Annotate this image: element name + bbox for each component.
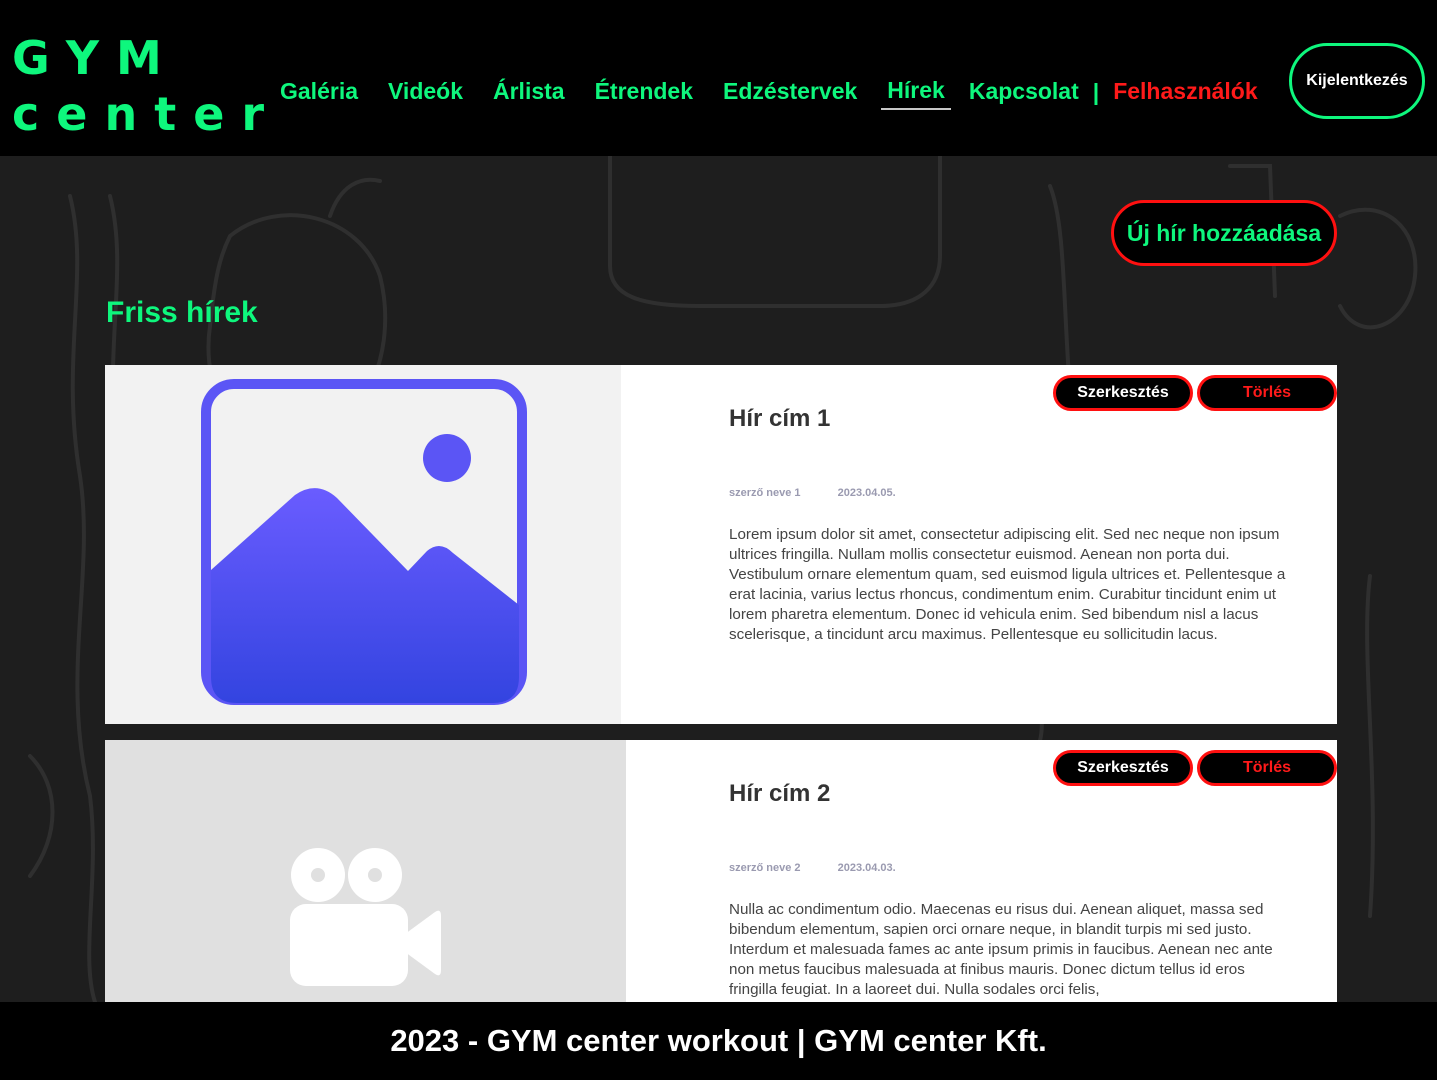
nav-link-kapcsolat[interactable]: Kapcsolat [969, 76, 1079, 109]
news-meta: szerző neve 1 2023.04.05. [729, 487, 930, 499]
nav-separator: | [1092, 78, 1100, 105]
news-author: szerző neve 1 [729, 487, 801, 499]
section-title: Friss hírek [106, 296, 258, 329]
image-placeholder-icon [201, 379, 527, 705]
nav-link-etrendek[interactable]: Étrendek [595, 76, 693, 109]
nav-link-videok[interactable]: Videók [388, 76, 463, 109]
page-footer: 2023 - GYM center workout | GYM center K… [0, 1002, 1437, 1080]
news-card: Szerkesztés Törlés Hír cím 1 szerző neve… [105, 365, 1337, 724]
delete-button[interactable]: Törlés [1197, 750, 1337, 786]
video-camera-icon [290, 848, 441, 986]
site-logo[interactable]: GYM center [12, 30, 281, 142]
news-title: Hír cím 2 [729, 780, 831, 807]
logout-button[interactable]: Kijelentkezés [1289, 43, 1425, 119]
news-author: szerző neve 2 [729, 862, 801, 874]
news-date: 2023.04.05. [837, 487, 896, 499]
nav-link-felhasznalok[interactable]: Felhasználók [1113, 76, 1257, 109]
nav-link-hirek[interactable]: Hírek [881, 75, 951, 110]
main-nav: Galéria Videók Árlista Étrendek Edzéster… [280, 74, 1258, 110]
add-news-button[interactable]: Új hír hozzáadása [1111, 200, 1337, 266]
logo-line-1: GYM [12, 31, 179, 85]
edit-button[interactable]: Szerkesztés [1053, 750, 1193, 786]
logo-line-2: center [12, 87, 282, 141]
footer-text: 2023 - GYM center workout | GYM center K… [390, 1023, 1047, 1058]
news-body: Lorem ipsum dolor sit amet, consectetur … [729, 526, 1286, 643]
news-body: Nulla ac condimentum odio. Maecenas eu r… [729, 901, 1273, 998]
edit-button[interactable]: Szerkesztés [1053, 375, 1193, 411]
news-image [105, 365, 621, 724]
news-card: Szerkesztés Törlés Hír cím 2 szerző neve… [105, 740, 1337, 1002]
nav-link-edzestervek[interactable]: Edzéstervek [723, 76, 857, 109]
delete-button[interactable]: Törlés [1197, 375, 1337, 411]
news-date: 2023.04.03. [837, 862, 896, 874]
news-video [105, 740, 626, 1002]
news-meta: szerző neve 2 2023.04.03. [729, 862, 930, 874]
news-title: Hír cím 1 [729, 405, 831, 432]
top-navbar: GYM center Galéria Videók Árlista Étrend… [0, 0, 1437, 156]
nav-link-galeria[interactable]: Galéria [280, 76, 358, 109]
nav-link-arlista[interactable]: Árlista [493, 76, 565, 109]
